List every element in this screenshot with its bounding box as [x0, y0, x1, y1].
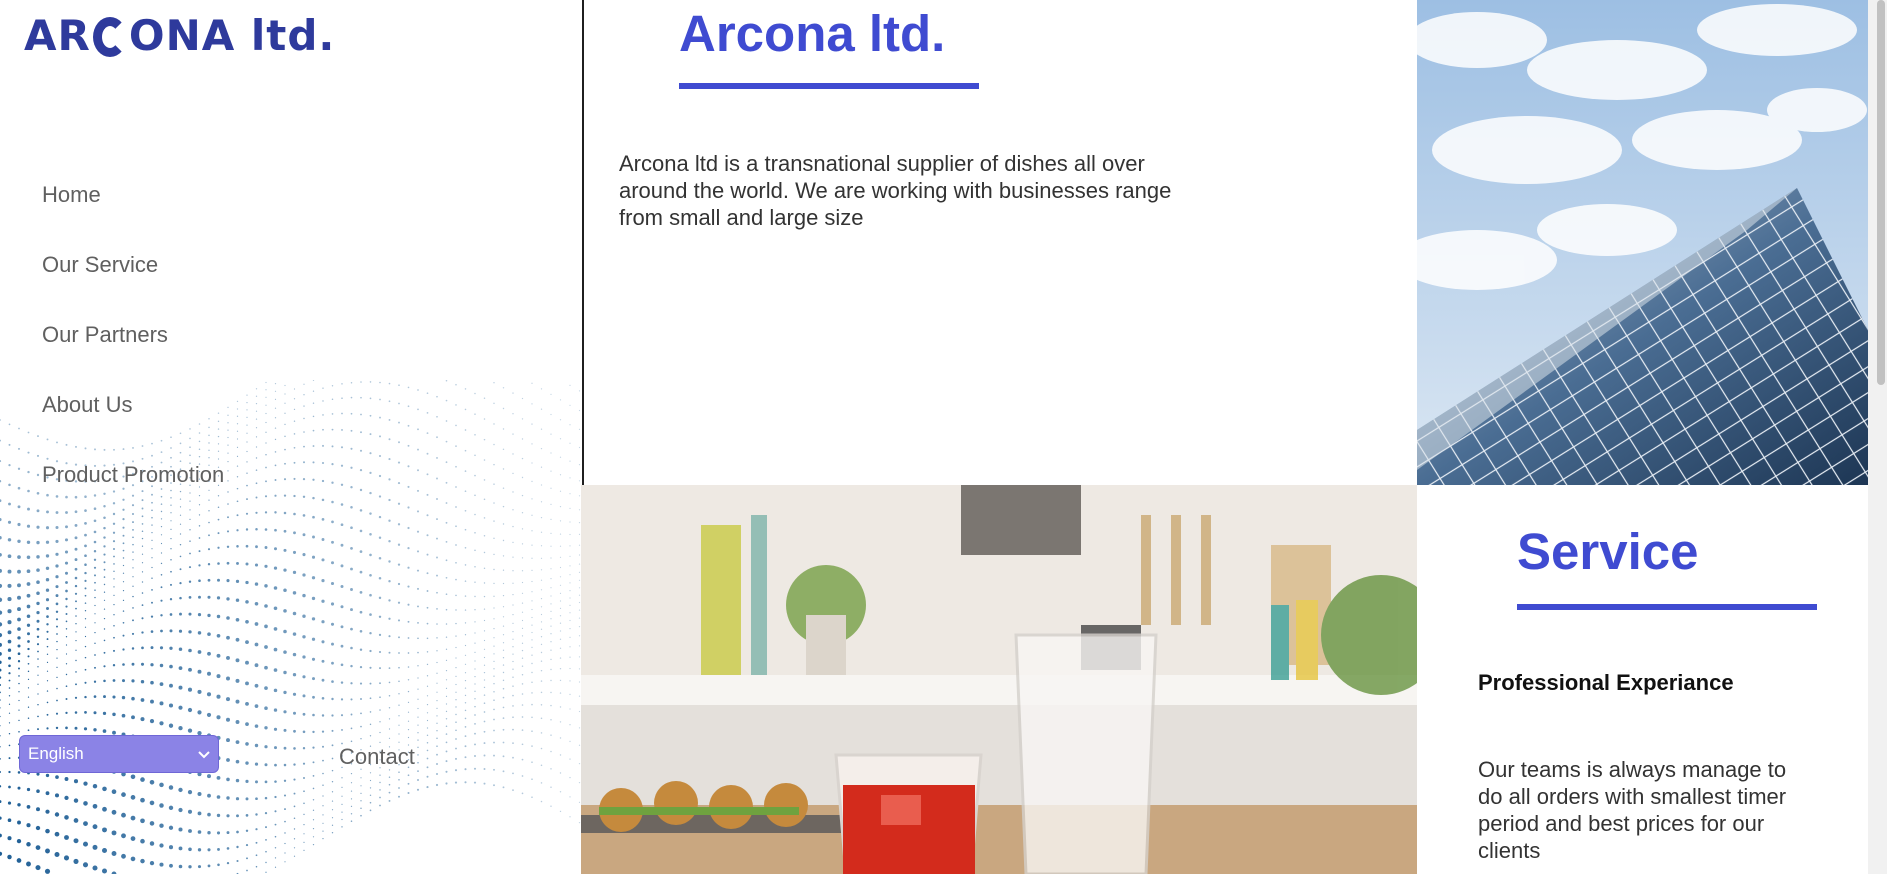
main-nav: Home Our Service Our Partners About Us P…	[42, 177, 224, 527]
language-select[interactable]: English	[19, 735, 219, 773]
nav-item-home[interactable]: Home	[42, 177, 224, 247]
service-title-underline	[1517, 604, 1817, 610]
service-description: Our teams is always manage to do all ord…	[1478, 757, 1787, 863]
chevron-down-icon	[198, 747, 210, 762]
service-subtitle: Professional Experiance	[1478, 670, 1734, 695]
intro-description: Arcona ltd is a transnational supplier o…	[619, 151, 1172, 230]
building-sky-image	[1417, 0, 1868, 485]
logo-text-end: ONA ltd.	[128, 10, 336, 60]
scrollbar-thumb[interactable]	[1877, 0, 1885, 385]
sidebar: AR ONA ltd. Home Our Service Our Partner…	[0, 0, 582, 874]
service-title: Service	[1517, 523, 1699, 580]
intro-title: Arcona ltd.	[679, 5, 946, 62]
sidebar-divider	[582, 0, 584, 486]
language-select-value: English	[28, 744, 84, 763]
nav-item-about-us[interactable]: About Us	[42, 387, 224, 457]
contact-link[interactable]: Contact	[339, 744, 415, 770]
nav-item-product-promotion[interactable]: Product Promotion	[42, 457, 224, 527]
nav-item-our-service[interactable]: Our Service	[42, 247, 224, 317]
logo[interactable]: AR ONA ltd.	[24, 8, 335, 62]
logo-c-mark	[92, 17, 127, 57]
intro-title-underline	[679, 83, 979, 89]
nav-item-our-partners[interactable]: Our Partners	[42, 317, 224, 387]
logo-text-start: AR	[24, 10, 91, 60]
kitchen-food-drinks-image	[581, 485, 1417, 874]
